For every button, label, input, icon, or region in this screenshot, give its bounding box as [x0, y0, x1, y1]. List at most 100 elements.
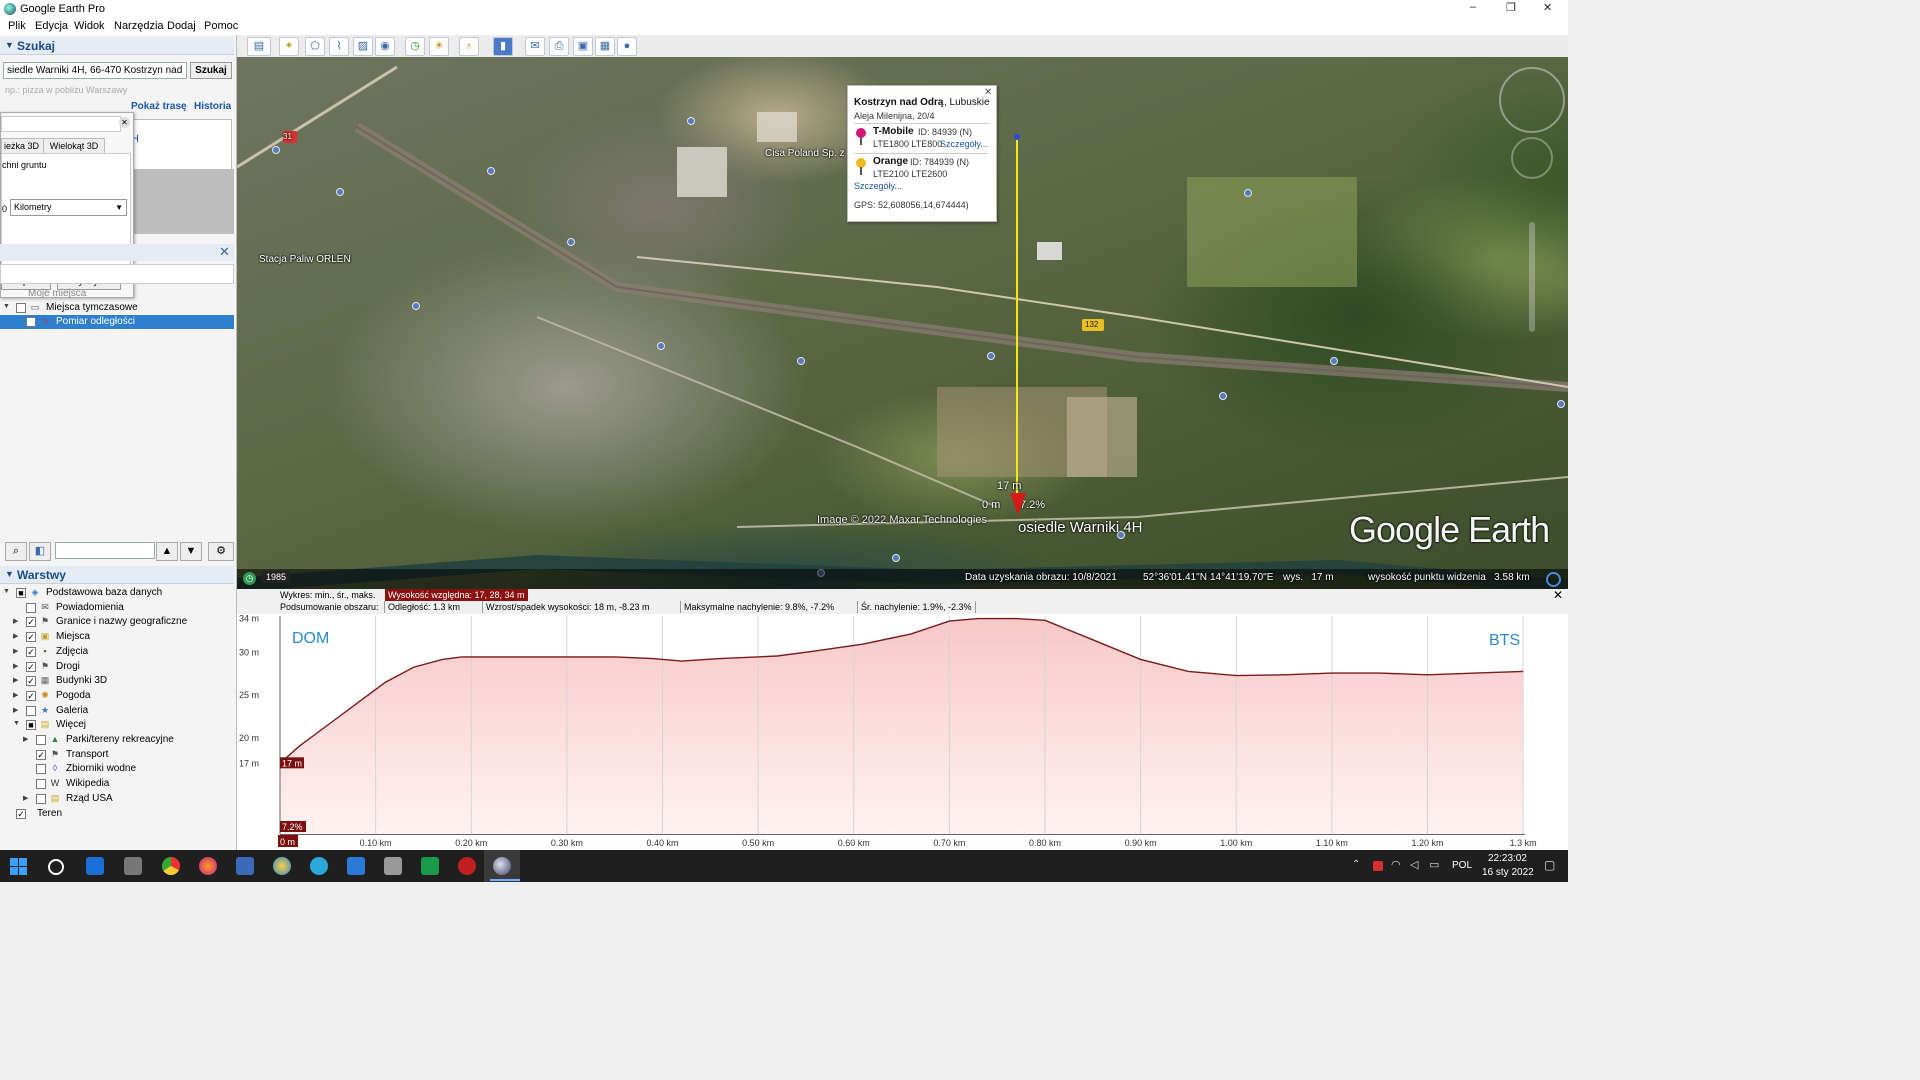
layer-checkbox[interactable]: ✓ — [26, 617, 36, 628]
map-pin-icon[interactable] — [1557, 400, 1565, 408]
historical-imagery-icon[interactable]: ◷ — [405, 37, 425, 56]
map-pin-icon[interactable] — [412, 302, 420, 310]
layer-checkbox[interactable] — [36, 779, 46, 790]
menu-plik[interactable]: Plik — [8, 20, 26, 32]
menu-pomoc[interactable]: Pomoc — [204, 20, 238, 32]
search-icon[interactable] — [48, 859, 64, 875]
close-icon[interactable]: ✕ — [219, 244, 230, 260]
elevation-chart[interactable]: 17 m 20 m 25 m 30 m 34 m 0.10 km 0.20 km 0.30 k… — [237, 614, 1568, 850]
layer-checkbox[interactable] — [36, 764, 46, 775]
expand-arrow-icon[interactable]: ▶ — [13, 617, 18, 625]
edge-icon[interactable] — [310, 857, 328, 875]
details-link-2[interactable]: Szczegóły... — [854, 181, 902, 191]
chip-icon[interactable] — [421, 857, 439, 875]
places-filter-input[interactable] — [55, 542, 155, 559]
battery-icon[interactable]: ▭ — [1429, 858, 1439, 871]
layers-section-header[interactable]: ▼ Warstwy — [0, 566, 234, 584]
layer-checkbox[interactable]: ✓ — [26, 690, 36, 701]
expand-arrow-icon[interactable]: ▶ — [13, 706, 18, 714]
menu-dodaj[interactable]: Dodaj — [167, 20, 196, 32]
map-pin-icon[interactable] — [1330, 357, 1338, 365]
layer-item[interactable]: Teren — [37, 808, 62, 819]
expand-arrow-icon[interactable]: ▼ — [3, 588, 10, 595]
chrome-icon[interactable] — [162, 857, 180, 875]
unit-select[interactable]: Kilometry ▼ — [10, 199, 127, 216]
menu-widok[interactable]: Widok — [74, 20, 105, 32]
zoom-slider[interactable] — [1529, 222, 1535, 332]
expand-arrow-icon[interactable]: ▶ — [13, 632, 18, 640]
measure-checkbox[interactable] — [26, 317, 36, 327]
my-places-item[interactable]: Moje miejsca — [28, 288, 86, 299]
layer-checkbox[interactable] — [36, 793, 46, 804]
expand-arrow-icon[interactable]: ▶ — [23, 735, 28, 743]
menu-narzedzia[interactable]: Narzędzia — [114, 20, 164, 32]
layer-item[interactable]: Podstawowa baza danych — [46, 587, 162, 598]
layer-item[interactable]: Drogi — [56, 661, 80, 672]
move-down-icon[interactable]: ▼ — [180, 542, 202, 561]
close-profile-icon[interactable]: ✕ — [1553, 588, 1563, 602]
expand-arrow-icon[interactable]: ▼ — [3, 303, 10, 310]
clock-time[interactable]: 22:23:02 — [1488, 853, 1527, 864]
search-section-header[interactable]: ▼ Szukaj — [0, 37, 234, 55]
wifi-icon[interactable]: ◠ — [1391, 858, 1401, 871]
layer-item[interactable]: Powiadomienia — [56, 602, 124, 613]
planets-icon[interactable]: ♁ — [459, 37, 479, 56]
widgets-icon[interactable] — [86, 857, 104, 875]
sidebar-toggle-icon[interactable]: ▤ — [247, 37, 271, 56]
security-icon[interactable] — [458, 857, 476, 875]
compass-icon[interactable] — [1499, 67, 1565, 133]
temp-places-item[interactable]: Miejsca tymczasowe — [46, 302, 138, 313]
map-pin-icon[interactable] — [567, 238, 575, 246]
layer-item[interactable]: Więcej — [56, 719, 86, 730]
record-tour-icon[interactable]: ◉ — [375, 37, 395, 56]
expand-arrow-icon[interactable]: ▶ — [13, 691, 18, 699]
layer-checkbox[interactable] — [26, 705, 36, 716]
layer-item[interactable]: Transport — [66, 749, 108, 760]
layer-item[interactable]: Granice i nazwy geograficzne — [56, 616, 187, 627]
details-link-1[interactable]: Szczegóły... — [940, 139, 988, 149]
add-placemark-icon[interactable]: ✦ — [279, 37, 299, 56]
layer-item[interactable]: Pogoda — [56, 690, 90, 701]
history-link[interactable]: Historia — [194, 101, 231, 112]
restore-button[interactable]: ❐ — [1506, 1, 1516, 14]
save-image-icon[interactable]: ▣ — [573, 37, 593, 56]
network-icon[interactable]: ⚙ — [208, 542, 234, 561]
add-polygon-icon[interactable]: ⬠ — [305, 37, 325, 56]
layer-checkbox[interactable]: ✓ — [26, 661, 36, 672]
layer-item[interactable]: Rząd USA — [66, 793, 113, 804]
map-pin-icon[interactable] — [797, 357, 805, 365]
expand-arrow-icon[interactable]: ▼ — [13, 720, 20, 727]
layer-item[interactable]: Parki/tereny rekreacyjne — [66, 734, 174, 745]
notifications-icon[interactable]: ▢ — [1544, 858, 1555, 872]
layer-checkbox[interactable]: ■ — [26, 720, 36, 731]
move-up-icon[interactable]: ▲ — [156, 542, 178, 561]
sunlight-icon[interactable]: ☀ — [429, 37, 449, 56]
clock-date[interactable]: 16 sty 2022 — [1482, 867, 1534, 878]
map-pin-icon[interactable] — [657, 342, 665, 350]
chevron-up-icon[interactable]: ⌃ — [1352, 859, 1360, 870]
ruler-clear-icon[interactable]: ✕ — [119, 117, 130, 128]
map-pin-icon[interactable] — [987, 352, 995, 360]
store-icon[interactable] — [347, 857, 365, 875]
add-overlay-icon[interactable]: ▨ — [353, 37, 373, 56]
map-pin-icon[interactable] — [1244, 189, 1252, 197]
browser-icon[interactable] — [273, 857, 291, 875]
print-icon[interactable]: ⎙ — [549, 37, 569, 56]
calculator-icon[interactable] — [236, 857, 254, 875]
shield-icon[interactable] — [1373, 861, 1383, 871]
task-view-icon[interactable] — [124, 857, 142, 875]
language-indicator[interactable]: POL — [1452, 860, 1472, 871]
layer-checkbox[interactable]: ✓ — [36, 749, 46, 760]
expand-arrow-icon[interactable]: ▶ — [13, 647, 18, 655]
ruler-icon[interactable]: ▮ — [493, 37, 513, 56]
tab-path-3d[interactable]: ieżka 3D — [1, 138, 45, 154]
map-pin-icon[interactable] — [487, 167, 495, 175]
layer-checkbox[interactable]: ✓ — [26, 632, 36, 643]
layer-item[interactable]: Wikipedia — [66, 778, 109, 789]
expand-arrow-icon[interactable]: ▶ — [13, 676, 18, 684]
expand-arrow-icon[interactable]: ▶ — [13, 662, 18, 670]
map-pin-icon[interactable] — [272, 146, 280, 154]
measure-item[interactable]: Pomiar odległości — [56, 316, 135, 327]
layer-item[interactable]: Zdjęcia — [56, 646, 88, 657]
add-path-icon[interactable]: ⌇ — [329, 37, 349, 56]
